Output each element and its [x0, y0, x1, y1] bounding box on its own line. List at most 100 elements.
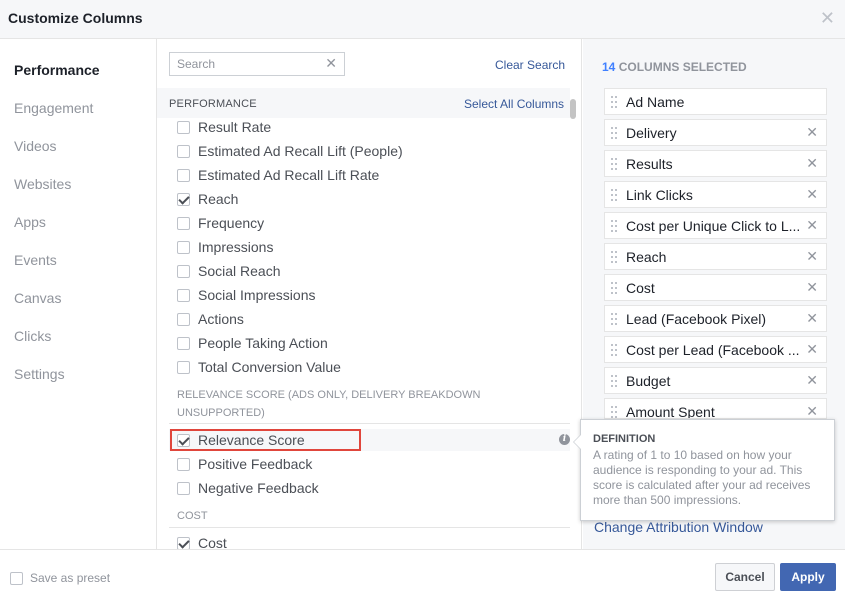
nav-item-events[interactable]: Events — [14, 252, 57, 268]
save-as-preset-option[interactable]: Save as preset — [10, 571, 110, 585]
checkbox[interactable] — [177, 336, 190, 350]
search-placeholder: Search — [177, 57, 216, 71]
remove-icon[interactable]: ✕ — [806, 341, 818, 358]
option-result-rate[interactable]: Result Rate — [177, 117, 271, 137]
remove-icon[interactable]: ✕ — [806, 217, 818, 234]
checkbox[interactable] — [177, 144, 190, 158]
nav-item-websites[interactable]: Websites — [14, 176, 71, 192]
option-label: Actions — [198, 311, 244, 327]
option-negative-feedback[interactable]: Negative Feedback — [177, 478, 319, 498]
nav-item-apps[interactable]: Apps — [14, 214, 46, 230]
selected-column-item[interactable]: Results ✕ — [604, 150, 827, 177]
option-label: Impressions — [198, 239, 274, 255]
remove-icon[interactable]: ✕ — [806, 310, 818, 327]
drag-handle-icon[interactable] — [611, 220, 617, 232]
apply-button[interactable]: Apply — [780, 563, 836, 591]
selected-column-item[interactable]: Lead (Facebook Pixel) ✕ — [604, 305, 827, 332]
nav-item-performance[interactable]: Performance — [14, 62, 100, 78]
checkbox[interactable] — [177, 120, 190, 134]
selected-column-label: Results — [626, 156, 673, 172]
remove-icon[interactable]: ✕ — [806, 124, 818, 141]
selected-column-item[interactable]: Ad Name — [604, 88, 827, 115]
relevance-group-title-line1: RELEVANCE SCORE (ADS ONLY, DELIVERY BREA… — [177, 389, 481, 401]
option-label: Reach — [198, 191, 239, 207]
selected-column-item[interactable]: Cost per Lead (Facebook ... ✕ — [604, 336, 827, 363]
info-icon[interactable]: i — [559, 434, 570, 445]
remove-icon[interactable]: ✕ — [806, 248, 818, 265]
selected-column-item[interactable]: Budget ✕ — [604, 367, 827, 394]
search-input[interactable]: Search ✕ — [169, 52, 345, 76]
change-attribution-window-link[interactable]: Change Attribution Window — [594, 519, 763, 535]
drag-handle-icon[interactable] — [611, 375, 617, 387]
selected-column-item[interactable]: Amount Spent ✕ — [604, 398, 827, 419]
option-impressions[interactable]: Impressions — [177, 237, 273, 257]
checkbox[interactable] — [177, 312, 190, 326]
option-people-taking-action[interactable]: People Taking Action — [177, 333, 328, 353]
selected-column-item[interactable]: Delivery ✕ — [604, 119, 827, 146]
checkbox-checked[interactable] — [177, 192, 190, 206]
tooltip-title: DEFINITION — [593, 433, 656, 445]
checkbox[interactable] — [177, 216, 190, 230]
option-cost[interactable]: Cost — [177, 533, 227, 549]
remove-icon[interactable]: ✕ — [806, 372, 818, 389]
selected-column-item[interactable]: Link Clicks ✕ — [604, 181, 827, 208]
nav-item-videos[interactable]: Videos — [14, 138, 57, 154]
option-estimated-ad-recall-lift-rate[interactable]: Estimated Ad Recall Lift Rate — [177, 165, 379, 185]
option-actions[interactable]: Actions — [177, 309, 244, 329]
option-positive-feedback[interactable]: Positive Feedback — [177, 454, 312, 474]
close-icon[interactable]: ✕ — [820, 9, 835, 27]
remove-icon[interactable]: ✕ — [806, 186, 818, 203]
clear-icon[interactable]: ✕ — [325, 55, 337, 72]
drag-handle-icon[interactable] — [611, 251, 617, 263]
selected-column-item[interactable]: Cost per Unique Click to L... ✕ — [604, 212, 827, 239]
clear-search-link[interactable]: Clear Search — [495, 58, 565, 72]
drag-handle-icon[interactable] — [611, 96, 617, 108]
nav-item-canvas[interactable]: Canvas — [14, 290, 61, 306]
option-total-conversion-value[interactable]: Total Conversion Value — [177, 357, 341, 377]
nav-item-settings[interactable]: Settings — [14, 366, 65, 382]
option-social-reach[interactable]: Social Reach — [177, 261, 281, 281]
selected-column-label: Cost — [626, 280, 655, 296]
cancel-button[interactable]: Cancel — [715, 563, 775, 591]
nav-item-clicks[interactable]: Clicks — [14, 328, 51, 344]
drag-handle-icon[interactable] — [611, 406, 617, 418]
option-label: Positive Feedback — [198, 456, 313, 472]
option-label: Result Rate — [198, 119, 272, 135]
cost-group-title: COST — [177, 510, 208, 522]
checkbox[interactable] — [177, 481, 190, 495]
option-label: Social Impressions — [198, 287, 316, 303]
option-reach[interactable]: Reach — [177, 189, 238, 209]
checkbox[interactable] — [177, 264, 190, 278]
checkbox[interactable] — [177, 168, 190, 182]
option-social-impressions[interactable]: Social Impressions — [177, 285, 316, 305]
option-label: Frequency — [198, 215, 265, 231]
option-frequency[interactable]: Frequency — [177, 213, 264, 233]
checkbox[interactable] — [177, 240, 190, 254]
option-label: Total Conversion Value — [198, 359, 341, 375]
select-all-columns-link[interactable]: Select All Columns — [464, 97, 564, 111]
checkbox[interactable] — [177, 457, 190, 471]
checkbox-checked[interactable] — [177, 536, 190, 549]
scrollbar-thumb[interactable] — [570, 99, 576, 119]
option-estimated-ad-recall-lift-people[interactable]: Estimated Ad Recall Lift (People) — [177, 141, 403, 161]
remove-icon[interactable]: ✕ — [806, 279, 818, 296]
selected-column-item[interactable]: Cost ✕ — [604, 274, 827, 301]
drag-handle-icon[interactable] — [611, 189, 617, 201]
relevance-group-title-line2: UNSUPPORTED) — [177, 407, 265, 419]
columns-selected-count: 14 COLUMNS SELECTED — [602, 60, 747, 74]
drag-handle-icon[interactable] — [611, 158, 617, 170]
selected-column-label: Link Clicks — [626, 187, 693, 203]
checkbox[interactable] — [177, 288, 190, 302]
drag-handle-icon[interactable] — [611, 344, 617, 356]
drag-handle-icon[interactable] — [611, 313, 617, 325]
remove-icon[interactable]: ✕ — [806, 155, 818, 172]
checkbox[interactable] — [10, 571, 23, 585]
remove-icon[interactable]: ✕ — [806, 403, 818, 418]
drag-handle-icon[interactable] — [611, 127, 617, 139]
selected-column-label: Delivery — [626, 125, 677, 141]
section-title: PERFORMANCE — [169, 98, 257, 110]
drag-handle-icon[interactable] — [611, 282, 617, 294]
checkbox[interactable] — [177, 360, 190, 374]
nav-item-engagement[interactable]: Engagement — [14, 100, 93, 116]
selected-column-item[interactable]: Reach ✕ — [604, 243, 827, 270]
